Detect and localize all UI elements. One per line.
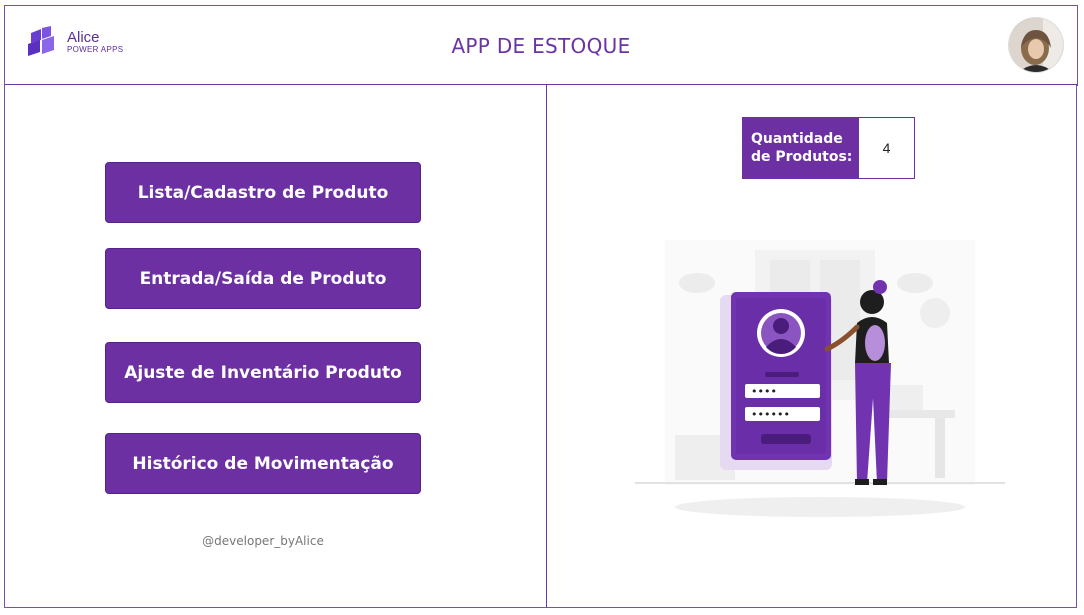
product-count-label: Quantidade de Produtos:	[742, 117, 859, 179]
movement-history-button[interactable]: Histórico de Movimentação	[105, 433, 421, 494]
menu-panel: Lista/Cadastro de Produto Entrada/Saída …	[4, 85, 548, 608]
avatar[interactable]	[1009, 18, 1063, 72]
user-photo-icon	[1009, 18, 1063, 72]
product-count-label-line2: de Produtos:	[751, 149, 853, 165]
developer-credit: @developer_byAlice	[202, 534, 324, 548]
page-title: APP DE ESTOQUE	[451, 34, 631, 58]
dashboard-panel: Quantidade de Produtos: 4 •••• ••••••	[547, 85, 1077, 608]
header-bar: Alice POWER APPS APP DE ESTOQUE	[4, 5, 1078, 86]
password-field-long: ••••••	[751, 408, 790, 421]
login-illustration: •••• ••••••	[635, 240, 1005, 517]
product-list-button[interactable]: Lista/Cadastro de Produto	[105, 162, 421, 223]
product-count-label-line1: Quantidade	[751, 131, 843, 147]
product-count-card: Quantidade de Produtos: 4	[742, 117, 915, 179]
app-screen: Alice POWER APPS APP DE ESTOQUE Lista/Ca…	[0, 0, 1084, 615]
stock-in-out-button[interactable]: Entrada/Saída de Produto	[105, 248, 421, 309]
inventory-adjust-button[interactable]: Ajuste de Inventário Produto	[105, 342, 421, 403]
product-count-value: 4	[859, 117, 915, 179]
password-field-short: ••••	[751, 385, 777, 398]
